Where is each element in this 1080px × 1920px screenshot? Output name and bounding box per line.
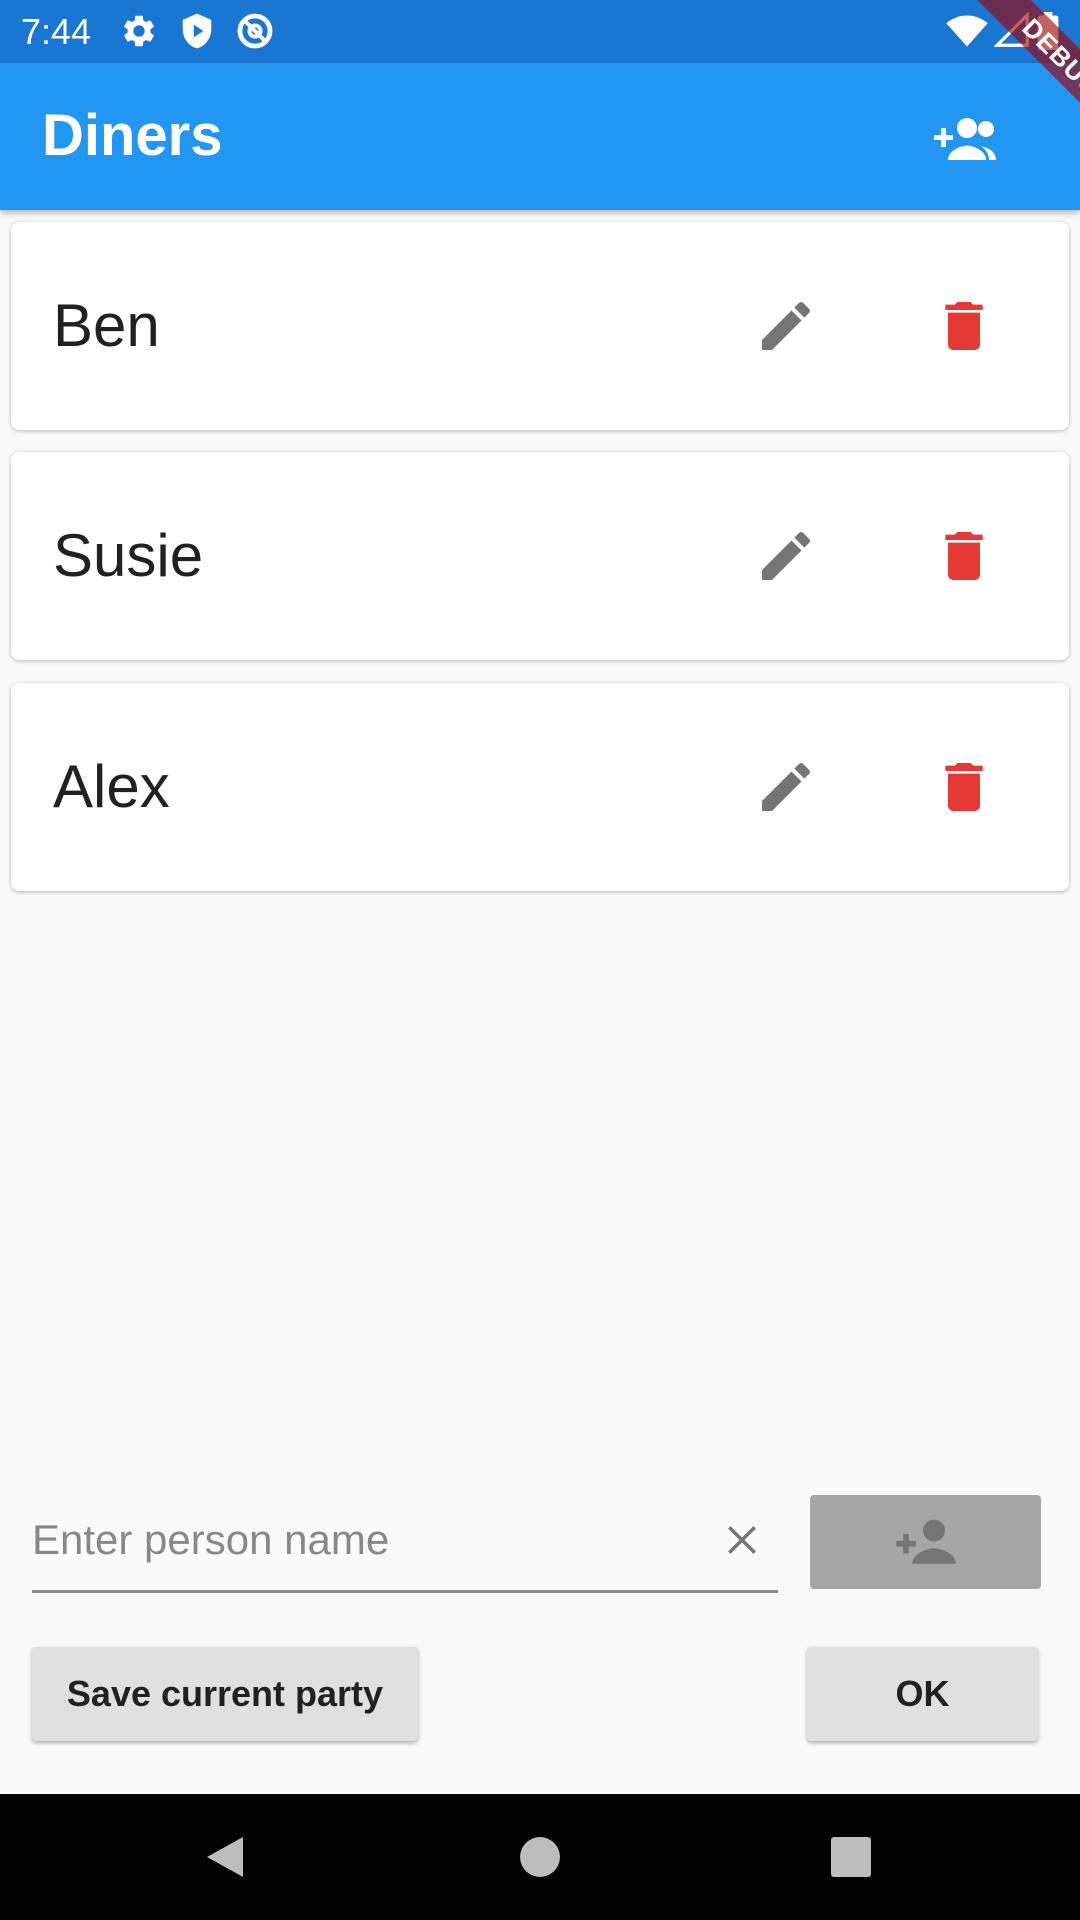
wifi-icon: [946, 12, 988, 50]
save-party-button[interactable]: Save current party: [32, 1647, 418, 1741]
edit-button[interactable]: [738, 278, 834, 374]
home-icon: [520, 1837, 560, 1877]
pencil-icon: [762, 531, 811, 580]
add-person-button[interactable]: [810, 1495, 1041, 1589]
diner-name: Susie: [53, 522, 204, 589]
home-button[interactable]: [505, 1822, 575, 1892]
person-add-icon: [895, 1519, 956, 1564]
list-item: Alex: [11, 683, 1069, 891]
diner-name: Ben: [53, 292, 160, 359]
close-icon: [728, 1526, 756, 1554]
recents-button[interactable]: [816, 1822, 886, 1892]
clear-button[interactable]: [704, 1502, 780, 1578]
trash-icon: [945, 763, 983, 811]
ok-button[interactable]: OK: [807, 1647, 1038, 1741]
back-button[interactable]: [190, 1822, 260, 1892]
page-title: Diners: [42, 103, 223, 168]
edit-button[interactable]: [738, 739, 834, 835]
signal-icon: [993, 11, 1032, 50]
status-bar: 7:44: [0, 0, 1080, 63]
trash-icon: [945, 532, 983, 580]
diner-name: Alex: [53, 753, 170, 820]
pencil-icon: [762, 301, 811, 350]
name-input-container: [32, 1480, 778, 1593]
delete-button[interactable]: [916, 739, 1012, 835]
battery-icon: [1036, 12, 1060, 51]
at-sign-icon: [236, 12, 274, 50]
list-item: Ben: [11, 222, 1069, 430]
status-time: 7:44: [21, 11, 92, 52]
delete-button[interactable]: [916, 508, 1012, 604]
edit-button[interactable]: [738, 508, 834, 604]
navigation-bar: [0, 1794, 1080, 1920]
back-icon: [207, 1837, 243, 1877]
list-item: Susie: [11, 452, 1069, 660]
gear-icon: [120, 12, 158, 50]
shield-play-icon: [178, 12, 216, 50]
group-add-icon: [934, 118, 996, 160]
add-group-button[interactable]: [916, 99, 1012, 179]
trash-icon: [945, 302, 983, 350]
delete-button[interactable]: [916, 278, 1012, 374]
recents-icon: [831, 1837, 871, 1877]
person-name-input[interactable]: [32, 1500, 672, 1580]
app-bar: Diners: [0, 63, 1080, 210]
pencil-icon: [762, 762, 811, 811]
